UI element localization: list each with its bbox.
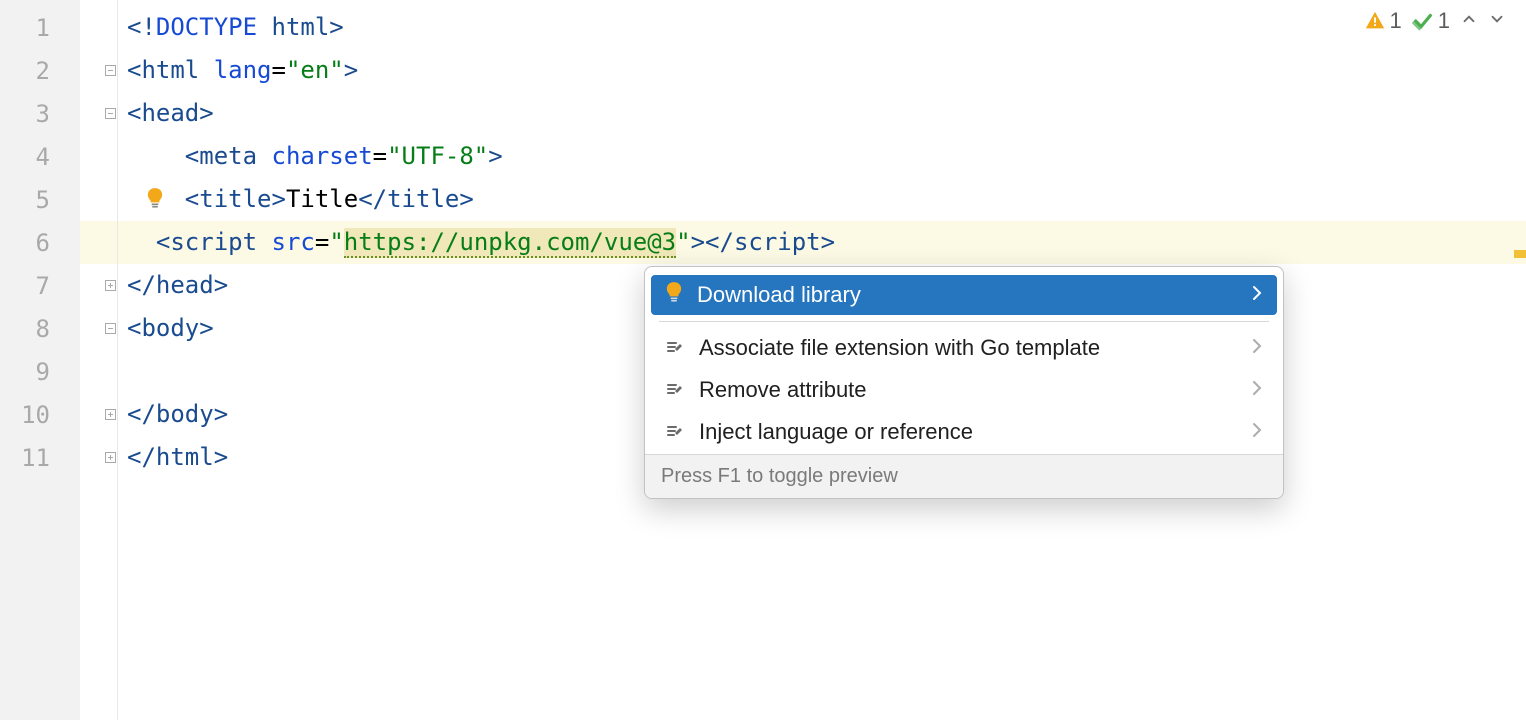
highlighted-url[interactable]: https://unpkg.com/vue@3 — [344, 228, 676, 258]
code-line: <head> — [127, 92, 1526, 135]
chevron-down-icon — [1488, 10, 1506, 28]
popup-separator — [659, 321, 1269, 322]
intention-item-remove-attribute[interactable]: Remove attribute — [651, 370, 1277, 410]
line-number[interactable]: 5 — [0, 178, 80, 221]
line-number[interactable]: 2 — [0, 49, 80, 92]
chevron-right-icon — [1251, 419, 1263, 445]
intention-item-label: Download library — [697, 282, 1237, 308]
line-number[interactable]: 3 — [0, 92, 80, 135]
chevron-up-icon — [1460, 10, 1478, 28]
intention-item-associate-file-extension[interactable]: Associate file extension with Go templat… — [651, 328, 1277, 368]
chevron-right-icon — [1251, 282, 1263, 308]
checkmark-icon — [1412, 10, 1434, 32]
intention-item-inject-language[interactable]: Inject language or reference — [651, 412, 1277, 452]
intention-bulb-icon[interactable] — [146, 187, 166, 211]
next-highlight-button[interactable] — [1488, 8, 1506, 34]
popup-footer-hint: Press F1 to toggle preview — [645, 454, 1283, 498]
code-line: <!DOCTYPE html> — [127, 6, 1526, 49]
gutter: 1 2 3 4 5 6 7 8 9 10 11 — [0, 0, 80, 720]
code-line: <script src="https://unpkg.com/vue@3"></… — [127, 221, 1526, 264]
code-line: <title>Title</title> — [127, 178, 1526, 221]
ok-count[interactable]: 1 — [1412, 8, 1450, 34]
intention-item-label: Remove attribute — [699, 377, 1237, 403]
line-number[interactable]: 11 — [0, 436, 80, 479]
line-number[interactable]: 9 — [0, 350, 80, 393]
intention-item-label: Inject language or reference — [699, 419, 1237, 445]
edit-icon — [665, 419, 685, 445]
line-number[interactable]: 6 — [0, 221, 80, 264]
line-number[interactable]: 1 — [0, 6, 80, 49]
intention-item-label: Associate file extension with Go templat… — [699, 335, 1237, 361]
bulb-icon — [665, 281, 683, 309]
intention-actions-popup: Download library Associate file extensio… — [644, 266, 1284, 499]
code-line: <meta charset="UTF-8"> — [127, 135, 1526, 178]
line-number[interactable]: 7 — [0, 264, 80, 307]
line-number[interactable]: 4 — [0, 135, 80, 178]
line-number[interactable]: 8 — [0, 307, 80, 350]
code-line: <html lang="en"> — [127, 49, 1526, 92]
editor-root: 1 2 3 4 5 6 7 8 9 10 11 <!DOCTYPE html> … — [0, 0, 1526, 720]
line-number[interactable]: 10 — [0, 393, 80, 436]
edit-icon — [665, 377, 685, 403]
warning-count[interactable]: 1 — [1364, 8, 1402, 34]
edit-icon — [665, 335, 685, 361]
prev-highlight-button[interactable] — [1460, 8, 1478, 34]
warning-icon — [1364, 10, 1386, 32]
intention-item-download-library[interactable]: Download library — [651, 275, 1277, 315]
chevron-right-icon — [1251, 335, 1263, 361]
inspections-widget[interactable]: 1 1 — [1364, 8, 1507, 34]
chevron-right-icon — [1251, 377, 1263, 403]
